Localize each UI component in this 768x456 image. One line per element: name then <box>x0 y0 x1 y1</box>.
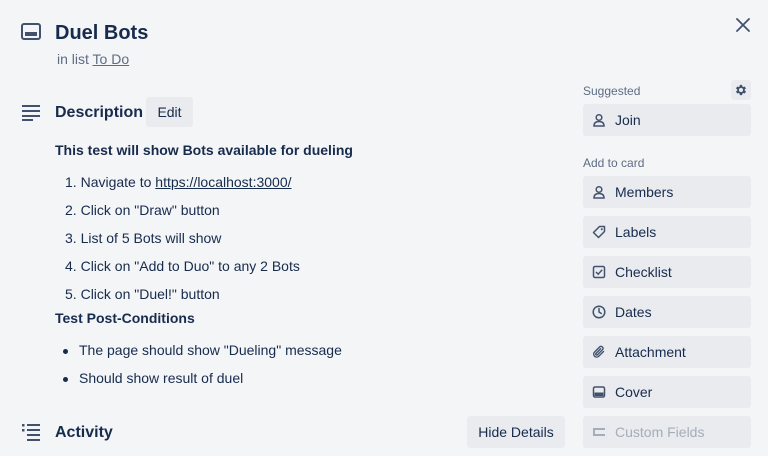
close-button[interactable] <box>730 12 756 38</box>
members-label: Members <box>615 184 674 200</box>
suggested-settings-button[interactable] <box>731 80 751 100</box>
step-number: 4. <box>65 258 77 274</box>
step-number: 1. <box>65 174 77 190</box>
list-link[interactable]: To Do <box>93 51 130 67</box>
join-label: Join <box>615 112 641 128</box>
person-icon <box>591 184 607 200</box>
list-item: 4. Click on "Add to Duo" to any 2 Bots <box>55 252 555 280</box>
custom-fields-label: Custom Fields <box>615 424 705 440</box>
close-icon <box>736 18 750 32</box>
edit-description-button[interactable]: Edit <box>146 97 193 127</box>
description-body: This test will show Bots available for d… <box>55 140 555 392</box>
card-title: Duel Bots <box>55 22 149 44</box>
add-to-card-label: Add to card <box>583 156 645 170</box>
localhost-link[interactable]: https://localhost:3000/ <box>155 174 291 190</box>
cover-icon <box>591 384 607 400</box>
dates-label: Dates <box>615 304 652 320</box>
in-list-prefix: in list <box>57 51 89 67</box>
list-item: Should show result of duel <box>55 364 555 392</box>
checklist-icon <box>591 264 607 280</box>
custom-fields-button[interactable]: Custom Fields <box>583 416 751 448</box>
step-number: 3. <box>65 230 77 246</box>
attachment-button[interactable]: Attachment <box>583 336 751 368</box>
description-icon <box>21 103 41 121</box>
tag-icon <box>591 224 607 240</box>
labels-label: Labels <box>615 224 657 240</box>
labels-button[interactable]: Labels <box>583 216 751 248</box>
dates-button[interactable]: Dates <box>583 296 751 328</box>
card-icon <box>20 22 42 42</box>
step-text: Navigate to <box>80 174 156 190</box>
clock-icon <box>591 304 607 320</box>
step-text: Click on "Duel!" button <box>80 286 220 302</box>
person-icon <box>591 112 607 128</box>
gear-icon <box>735 84 747 96</box>
step-text: Click on "Add to Duo" to any 2 Bots <box>80 258 300 274</box>
join-button[interactable]: Join <box>583 104 751 136</box>
checklist-label: Checklist <box>615 264 672 280</box>
list-item: 1. Navigate to https://localhost:3000/ <box>55 168 555 196</box>
suggested-label: Suggested <box>583 84 641 98</box>
post-conditions-heading: Test Post-Conditions <box>55 310 195 326</box>
list-item: 5. Click on "Duel!" button <box>55 280 555 308</box>
description-title: Description <box>55 104 144 121</box>
cover-button[interactable]: Cover <box>583 376 751 408</box>
description-heading: This test will show Bots available for d… <box>55 142 353 158</box>
activity-icon <box>21 423 41 441</box>
step-text: Click on "Draw" button <box>80 202 220 218</box>
paperclip-icon <box>591 344 607 360</box>
hide-details-button[interactable]: Hide Details <box>467 416 565 448</box>
checklist-button[interactable]: Checklist <box>583 256 751 288</box>
attachment-label: Attachment <box>615 344 686 360</box>
list-item: 3. List of 5 Bots will show <box>55 224 555 252</box>
members-button[interactable]: Members <box>583 176 751 208</box>
list-item: The page should show "Dueling" message <box>55 336 555 364</box>
custom-fields-icon <box>591 424 607 440</box>
in-list-text: in list To Do <box>57 50 129 68</box>
step-number: 2. <box>65 202 77 218</box>
step-text: List of 5 Bots will show <box>80 230 222 246</box>
step-number: 5. <box>65 286 77 302</box>
post-conditions-list: The page should show "Dueling" message S… <box>55 336 555 392</box>
cover-label: Cover <box>615 384 653 400</box>
list-item: 2. Click on "Draw" button <box>55 196 555 224</box>
activity-title: Activity <box>55 424 113 441</box>
steps-list: 1. Navigate to https://localhost:3000/ 2… <box>55 168 555 308</box>
